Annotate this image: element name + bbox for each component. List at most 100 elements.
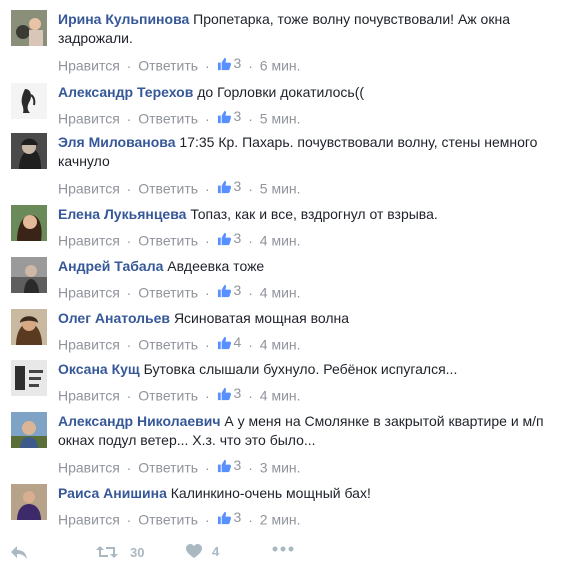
comment-text: Ясиноватая мощная волна xyxy=(173,310,350,326)
like-link[interactable]: Нравится xyxy=(58,181,120,197)
separator: · xyxy=(204,459,210,476)
like-link[interactable]: Нравится xyxy=(58,233,120,249)
favorite-button[interactable]: 4 xyxy=(186,544,219,559)
comment-time[interactable]: 5 мин. xyxy=(260,111,301,127)
like-count-value: 3 xyxy=(233,457,242,473)
comment-actions: Нравится · Ответить · 3 · 2 мин. xyxy=(58,508,301,529)
separator: · xyxy=(126,180,132,197)
comment-author[interactable]: Андрей Табала xyxy=(58,258,163,274)
like-count-value: 3 xyxy=(233,55,242,71)
thumbs-up-icon xyxy=(217,57,231,70)
avatar[interactable] xyxy=(11,309,47,345)
avatar[interactable] xyxy=(11,412,47,448)
separator: · xyxy=(126,459,132,476)
reply-link[interactable]: Ответить xyxy=(138,285,198,301)
like-count[interactable]: 3 xyxy=(217,229,241,247)
separator: · xyxy=(248,511,253,528)
comment-author[interactable]: Ирина Кульпинова xyxy=(58,11,189,27)
separator: · xyxy=(248,459,253,476)
comment-body: Ирина Кульпинова Пропетарка, тоже волну … xyxy=(58,10,550,48)
reply-link[interactable]: Ответить xyxy=(138,460,198,476)
reply-link[interactable]: Ответить xyxy=(138,111,198,127)
like-count[interactable]: 3 xyxy=(217,281,242,299)
separator: · xyxy=(204,57,210,74)
comment-time[interactable]: 2 мин. xyxy=(260,512,301,528)
reply-link[interactable]: Ответить xyxy=(138,233,198,249)
avatar[interactable] xyxy=(11,484,47,520)
avatar[interactable] xyxy=(11,10,47,46)
comment-text: Авдеевка тоже xyxy=(167,258,265,274)
like-count-value: 3 xyxy=(233,282,242,298)
comment-time[interactable]: 3 мин. xyxy=(260,460,301,476)
avatar[interactable] xyxy=(11,83,47,119)
like-count[interactable]: 3 xyxy=(217,456,242,474)
like-count[interactable]: 3 xyxy=(217,508,242,526)
separator: · xyxy=(248,57,253,74)
like-count-value: 3 xyxy=(233,509,242,525)
comment-time[interactable]: 6 мин. xyxy=(260,58,301,74)
like-count[interactable]: 3 xyxy=(217,107,241,125)
like-link[interactable]: Нравится xyxy=(58,512,120,528)
separator: · xyxy=(248,180,253,197)
comment-time[interactable]: 4 мин. xyxy=(260,388,301,404)
comment-author[interactable]: Александр Николаевич xyxy=(58,413,221,429)
reply-link[interactable]: Ответить xyxy=(138,58,198,74)
comment-actions: Нравится · Ответить · 3 · 5 мин. xyxy=(58,177,301,198)
separator: · xyxy=(126,284,132,301)
comment-time[interactable]: 4 мин. xyxy=(260,337,301,353)
like-link[interactable]: Нравится xyxy=(58,460,120,476)
separator: · xyxy=(126,387,132,404)
like-count-value: 3 xyxy=(233,178,242,194)
comment-actions: Нравится · Ответить · 3 · 4 мин. xyxy=(58,384,301,405)
comment-actions: Нравится · Ответить · 3 · 3 мин. xyxy=(58,456,301,477)
comment-actions: Нравится · Ответить · 3 · 5 мин. xyxy=(58,107,301,128)
avatar[interactable] xyxy=(11,133,47,169)
like-link[interactable]: Нравится xyxy=(58,58,120,74)
comment-actions: Нравится · Ответить · 3 · 4 мин. xyxy=(58,281,301,302)
comment-author[interactable]: Олег Анатольев xyxy=(58,310,170,326)
separator: · xyxy=(204,180,210,197)
comment-text: Бутовка слышали бухнуло. Ребёнок испугал… xyxy=(143,361,458,377)
like-count[interactable]: 3 xyxy=(217,177,242,195)
like-count[interactable]: 3 xyxy=(217,384,241,402)
separator: · xyxy=(126,57,132,74)
comment-author[interactable]: Раиса Анишина xyxy=(58,485,167,501)
reply-link[interactable]: Ответить xyxy=(138,337,198,353)
more-button[interactable] xyxy=(272,546,294,552)
comment-author[interactable]: Елена Лукьянцева xyxy=(58,206,186,222)
avatar[interactable] xyxy=(11,257,47,293)
like-count[interactable]: 3 xyxy=(217,54,242,72)
comment-time[interactable]: 5 мин. xyxy=(260,181,301,197)
separator: · xyxy=(126,336,132,353)
retweet-button[interactable]: 30 xyxy=(96,544,144,560)
separator: · xyxy=(248,284,253,301)
comment-time[interactable]: 4 мин. xyxy=(260,285,301,301)
like-link[interactable]: Нравится xyxy=(58,388,120,404)
reply-link[interactable]: Ответить xyxy=(138,512,198,528)
comment-text: до Горловки докатилось(( xyxy=(197,84,365,100)
comment-body: Андрей Табала Авдеевка тоже xyxy=(58,257,550,276)
comment-author[interactable]: Александр Терехов xyxy=(58,84,193,100)
reply-link[interactable]: Ответить xyxy=(138,388,198,404)
thumbs-up-icon xyxy=(217,336,231,349)
comment-author[interactable]: Оксана Кущ xyxy=(58,361,140,377)
thumbs-up-icon xyxy=(217,459,231,472)
reply-button[interactable] xyxy=(10,544,28,560)
separator: · xyxy=(204,284,210,301)
avatar[interactable] xyxy=(11,205,47,241)
comment-time[interactable]: 4 мин. xyxy=(260,233,301,249)
favorite-count: 4 xyxy=(212,544,220,559)
thumbs-up-icon xyxy=(217,511,231,524)
comment-body: Раиса Анишина Калинкино-очень мощный бах… xyxy=(58,484,550,503)
avatar[interactable] xyxy=(11,360,47,396)
like-count[interactable]: 4 xyxy=(217,333,241,351)
separator: · xyxy=(204,511,210,528)
comment-actions: Нравится · Ответить · 4 · 4 мин. xyxy=(58,333,301,354)
reply-link[interactable]: Ответить xyxy=(138,181,198,197)
like-link[interactable]: Нравится xyxy=(58,111,120,127)
comment-author[interactable]: Эля Милованова xyxy=(58,134,176,150)
comment-body: Елена Лукьянцева Топаз, как и все, вздро… xyxy=(58,205,550,224)
like-link[interactable]: Нравится xyxy=(58,285,120,301)
like-link[interactable]: Нравится xyxy=(58,337,120,353)
separator: · xyxy=(204,110,210,127)
